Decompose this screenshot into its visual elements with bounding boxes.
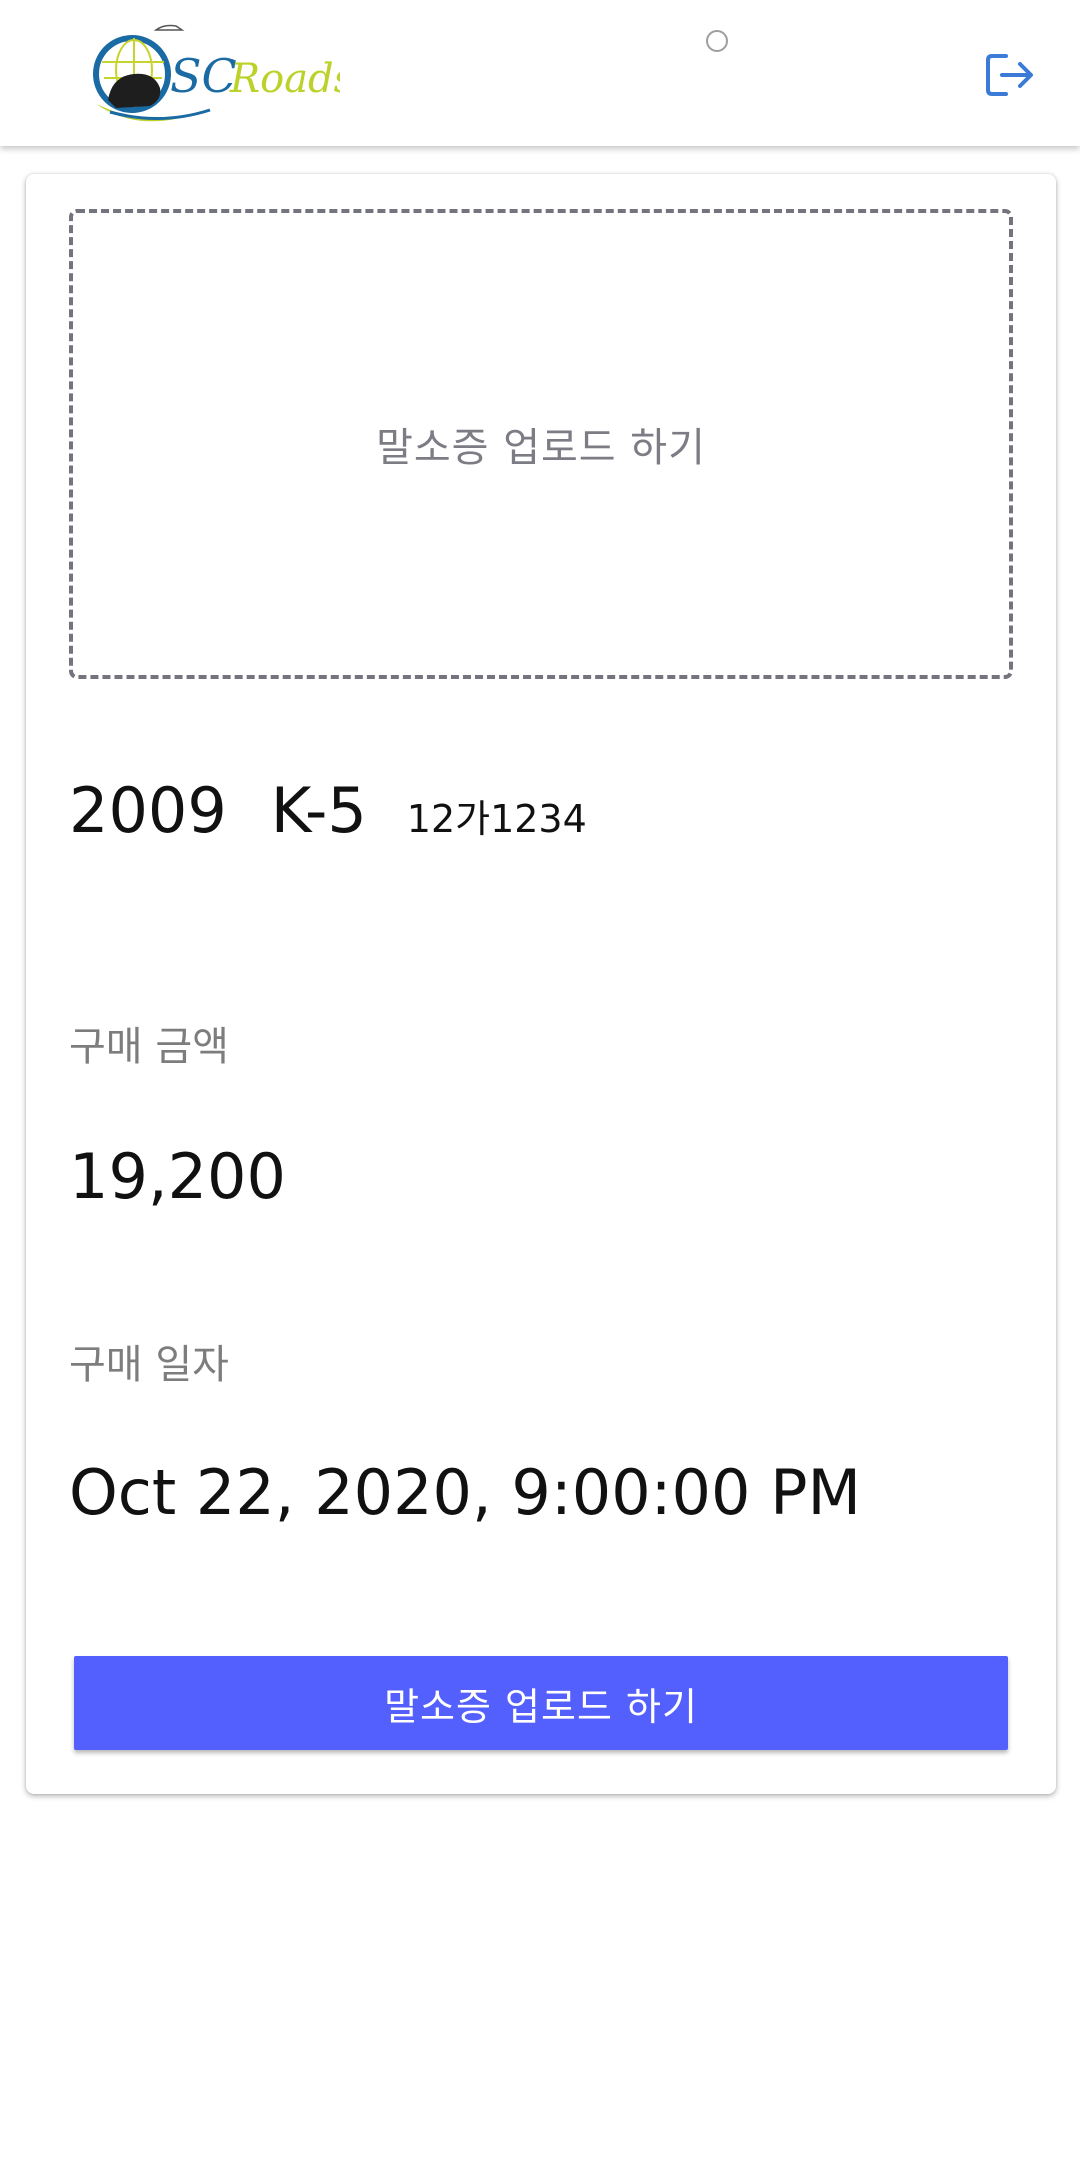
app-bar: SC Roads xyxy=(0,0,1080,146)
car-model: K-5 xyxy=(270,774,367,847)
logo-text-roads: Roads xyxy=(229,56,340,102)
price-label: 구매 금액 xyxy=(69,1024,229,1070)
logo-text-sc: SC xyxy=(170,49,237,103)
vehicle-card: 말소증 업로드 하기 2009 K-5 12가1234 구매 금액 19,200… xyxy=(26,174,1056,1794)
car-year: 2009 xyxy=(69,774,227,847)
logo-graphic: SC Roads xyxy=(93,24,354,122)
document-dropzone[interactable]: 말소증 업로드 하기 xyxy=(69,209,1013,679)
car-summary: 2009 K-5 12가1234 xyxy=(69,774,587,854)
date-label: 구매 일자 xyxy=(69,1342,229,1388)
date-value: Oct 22, 2020, 9:00:00 PM xyxy=(69,1456,862,1529)
scroads-logo[interactable]: SC Roads xyxy=(90,22,354,126)
price-value: 19,200 xyxy=(69,1140,286,1213)
dropzone-label: 말소증 업로드 하기 xyxy=(376,425,706,471)
logout-icon xyxy=(986,54,1033,96)
upload-document-button[interactable]: 말소증 업로드 하기 xyxy=(74,1656,1008,1750)
logout-button[interactable] xyxy=(984,52,1036,98)
car-plate: 12가1234 xyxy=(406,797,587,841)
circle-icon xyxy=(706,30,728,52)
